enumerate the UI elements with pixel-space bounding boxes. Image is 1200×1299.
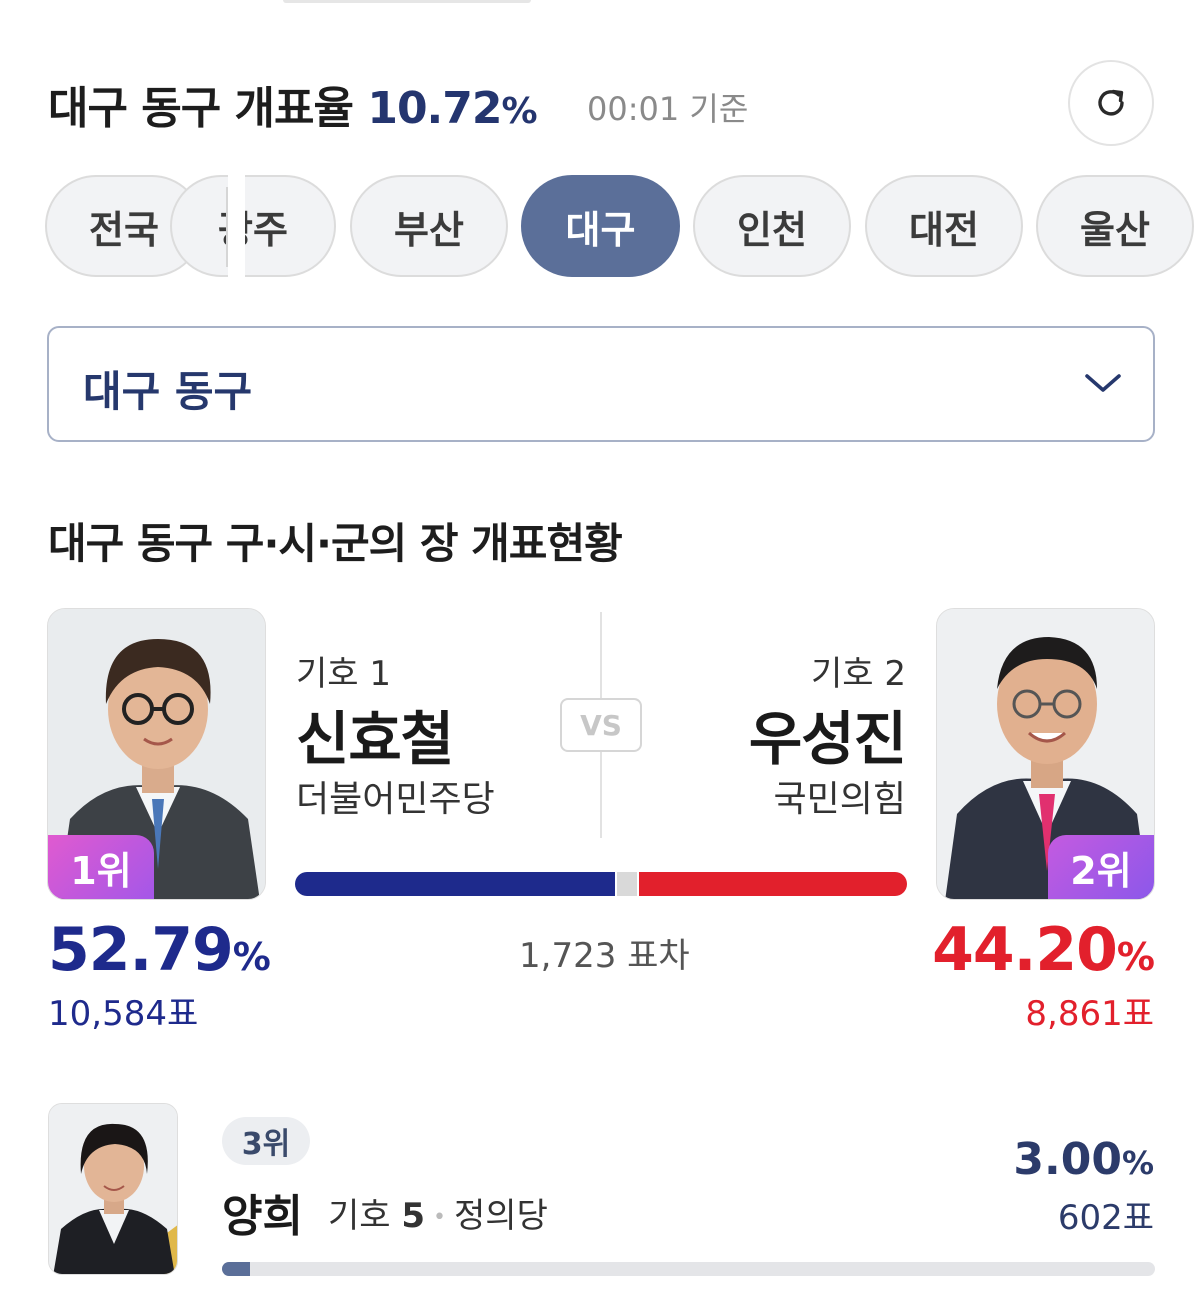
refresh-button[interactable] [1068,60,1154,146]
candidate-3-party: 정의당 [454,1196,548,1236]
candidate-2-votes: 8,861표 [1025,994,1154,1034]
candidate-3-votes: 602표 [1057,1198,1154,1238]
candidate-3-percent-unit: % [1121,1144,1154,1182]
count-rate-value: 10.72 [367,83,502,134]
vote-difference: 1,723 표차 [519,936,690,976]
scroll-fade [228,175,245,279]
region-tab-daegu[interactable]: 대구 [521,175,680,277]
candidate-2-party: 국민의힘 [773,779,906,820]
page-title: 대구 동구 개표율 10.72% [48,72,538,136]
district-select[interactable]: 대구 동구 [47,326,1155,442]
region-tab-incheon[interactable]: 인천 [693,175,851,277]
count-rate: 10.72% [367,83,538,134]
candidate-3-portrait [49,1104,177,1274]
separator-dot: • [433,1205,447,1230]
share-bar-remainder [617,872,637,896]
candidate-3-name: 양희 [222,1191,303,1242]
candidate-1-percent-unit: % [232,935,271,979]
chip-divider [226,187,228,267]
timestamp: 00:01 기준 [587,90,749,128]
chevron-down-icon [1085,374,1121,392]
region-tab-ulsan[interactable]: 울산 [1036,175,1194,277]
candidate-1-percent-value: 52.79 [48,915,234,985]
candidate-2-name: 우성진 [748,705,907,773]
candidate-3-percent-value: 3.00 [1013,1134,1122,1185]
rank-badge-1: 1위 [48,835,154,899]
candidate-3-share-track [222,1262,1155,1276]
rank-badge-2: 2위 [1048,835,1154,899]
candidate-2-percent-unit: % [1116,935,1155,979]
candidate-3-number-prefix: 기호 [328,1196,391,1236]
district-select-value: 대구 동구 [83,367,253,416]
region-tab-daejeon[interactable]: 대전 [865,175,1023,277]
candidate-1-name: 신효철 [296,705,454,773]
candidate-1-photo: 1위 [47,608,266,900]
region-tabs: 전국 광주 부산 대구 인천 대전 울산 [0,175,1200,279]
candidate-2-number: 기호 2 [811,654,906,694]
candidate-1-percent: 52.79% [48,915,271,985]
vs-badge: VS [560,698,642,752]
header: 대구 동구 개표율 10.72% 00:01 기준 [48,60,1154,146]
candidate-3-percent: 3.00% [1013,1134,1154,1185]
title-text: 대구 동구 개표율 [48,83,354,134]
top-handle [283,0,531,3]
region-tab-busan[interactable]: 부산 [350,175,508,277]
candidate-3-meta: 기호 5 • 정의당 [328,1188,548,1237]
count-rate-unit: % [501,91,538,132]
candidate-2-percent: 44.20% [932,915,1155,985]
candidate-2-share-bar [639,872,907,896]
candidate-1-share-bar [295,872,615,896]
refresh-icon [1098,89,1124,116]
candidate-3-number: 5 [401,1196,426,1236]
rank-badge-3: 3위 [222,1117,310,1165]
candidate-3-photo [48,1103,178,1275]
candidate-1-number: 기호 1 [296,654,391,694]
candidate-3-share-bar [222,1262,250,1276]
region-tab-gwangju[interactable]: 광주 [170,175,336,277]
candidate-1-votes: 10,584표 [48,994,199,1034]
candidate-2-percent-value: 44.20 [932,915,1118,985]
candidate-2-photo: 2위 [936,608,1155,900]
candidate-1-party: 더불어민주당 [296,779,495,820]
section-title: 대구 동구 구·시·군의 장 개표현황 [48,519,623,568]
